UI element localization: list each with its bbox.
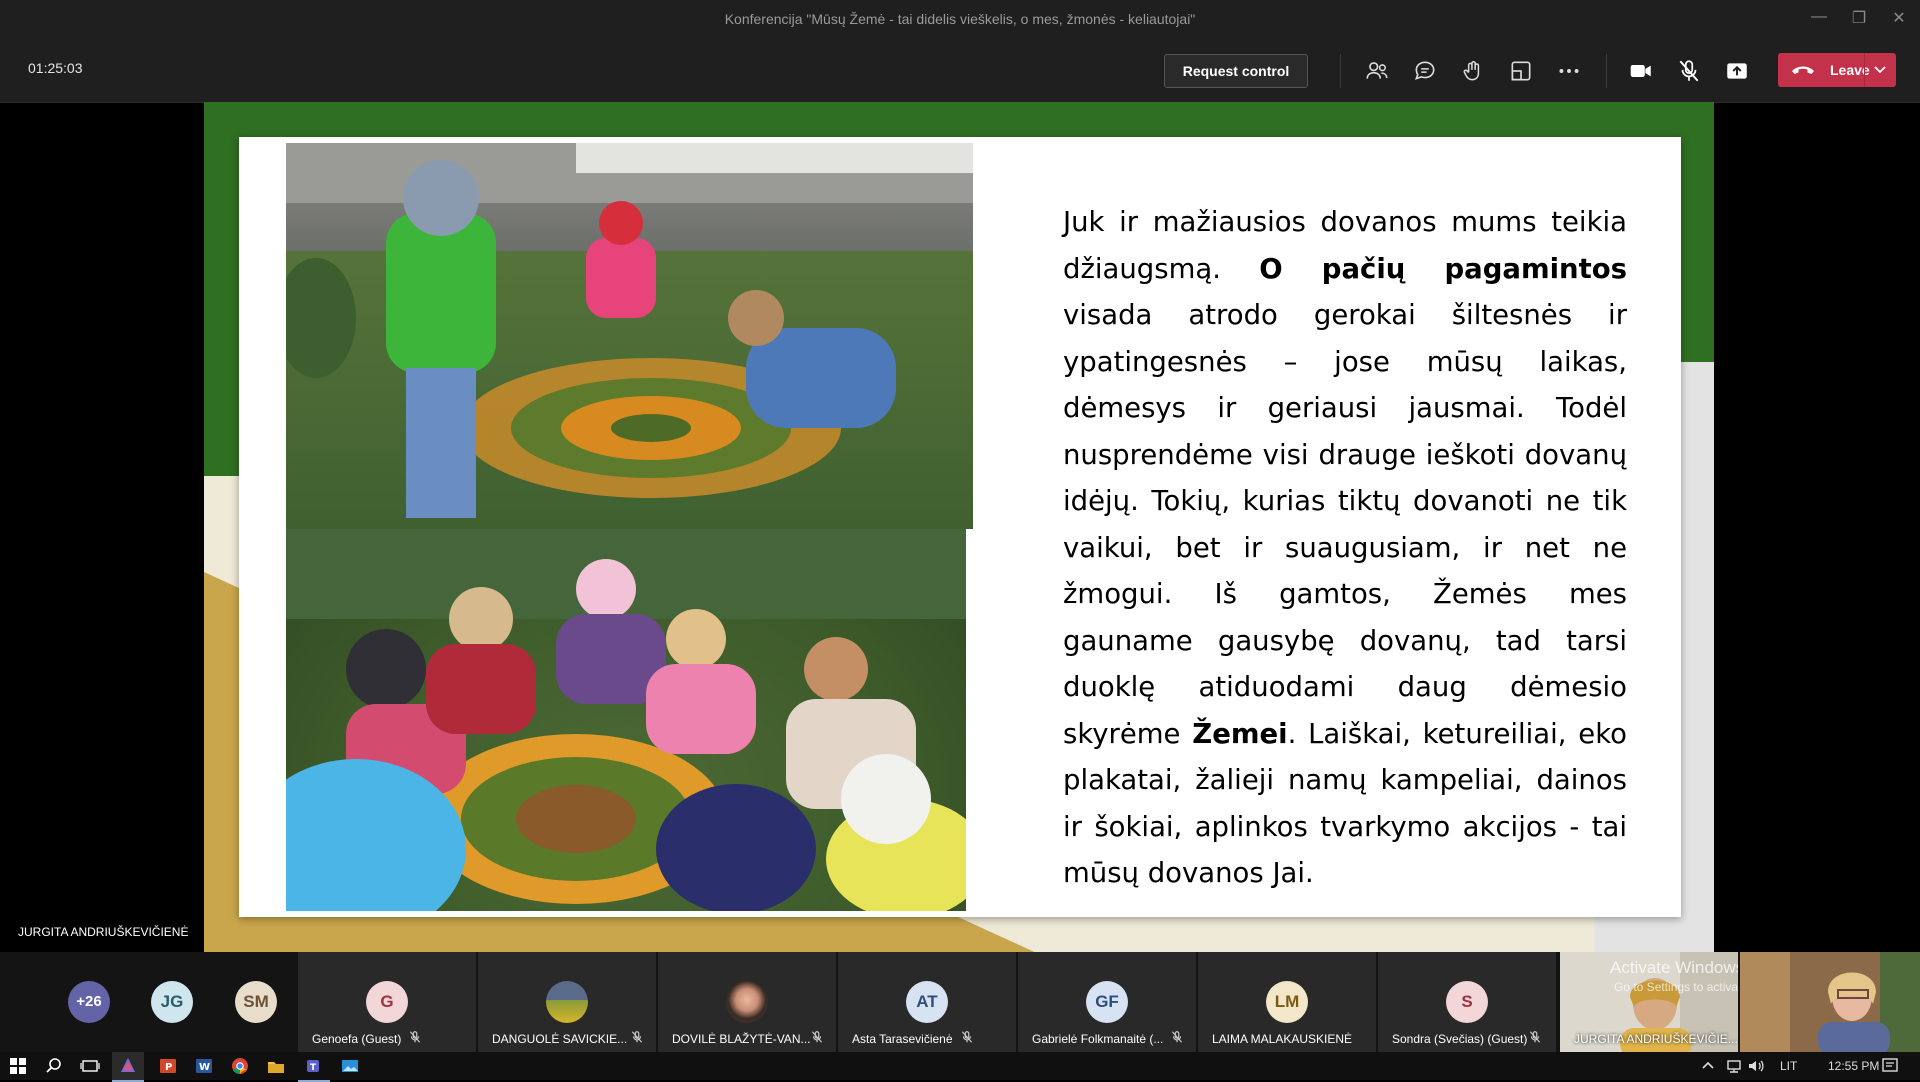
meeting-timer: 01:25:03: [28, 60, 83, 76]
chat-icon[interactable]: [1412, 58, 1438, 84]
slide-text-bold: Žemei: [1192, 717, 1288, 750]
self-video-feed: [1740, 952, 1920, 1052]
chrome-app-icon[interactable]: [230, 1056, 250, 1076]
mic-muted-icon: [1529, 1031, 1541, 1043]
participant-tile[interactable]: G Genoefa (Guest): [298, 952, 476, 1052]
rooms-icon[interactable]: [1508, 58, 1534, 84]
participant-photo-avatar: [726, 981, 768, 1023]
mic-muted-icon: [961, 1031, 973, 1043]
participant-name: Sondra (Svečias) (Guest): [1392, 1032, 1528, 1046]
mic-muted-icon: [409, 1031, 421, 1043]
slide-text-run: visada atrodo gerokai šiltesnės ir ypati…: [1063, 299, 1627, 750]
network-icon[interactable]: [1724, 1056, 1744, 1076]
leave-divider: [1864, 53, 1865, 87]
participant-avatar: GF: [1086, 981, 1128, 1023]
participant-avatar: LM: [1266, 981, 1308, 1023]
participant-tile[interactable]: DANGUOLĖ SAVICKIE...: [478, 952, 656, 1052]
participants-icon[interactable]: [1364, 58, 1390, 84]
svg-text:T: T: [310, 1063, 317, 1073]
powerpoint-app-icon[interactable]: P: [158, 1056, 178, 1076]
leave-button[interactable]: Leave: [1778, 53, 1896, 87]
photo-children-circle-mandala: [286, 529, 966, 911]
file-explorer-icon[interactable]: [266, 1056, 286, 1076]
svg-text:P: P: [165, 1062, 172, 1073]
presenter-video-tile[interactable]: JURGITA ANDRIUŠKEVIČIE... Activate Windo…: [1560, 952, 1738, 1052]
pictures-app-icon[interactable]: [340, 1056, 360, 1076]
reactions-icon[interactable]: [1460, 58, 1486, 84]
participant-name: DANGUOLĖ SAVICKIE...: [492, 1032, 628, 1046]
phone-hangup-icon: [1792, 66, 1814, 74]
presenter-name-label: JURGITA ANDRIUŠKEVIČIENĖ: [18, 925, 189, 939]
participant-tile[interactable]: GF Gabrielė Folkmanaitė (...: [1018, 952, 1196, 1052]
presenter-video-name: JURGITA ANDRIUŠKEVIČIE...: [1574, 1032, 1738, 1046]
participant-name: DOVILĖ BLAŽYTĖ-VAN...: [672, 1032, 811, 1046]
camera-icon[interactable]: [1628, 58, 1654, 84]
windows-taskbar: P W T LIT 12:55 PM: [0, 1052, 1920, 1082]
windows-start-icon[interactable]: [8, 1056, 28, 1076]
activate-windows-watermark: Activate Windows: [1610, 958, 1738, 977]
teams-app-icon: T: [307, 1060, 319, 1073]
share-screen-icon[interactable]: [1724, 58, 1750, 84]
participant-avatar[interactable]: JG: [151, 981, 193, 1023]
minimize-icon[interactable]: —: [1804, 8, 1834, 26]
meeting-toolbar: 01:25:03 Request control Leave: [0, 40, 1920, 103]
more-actions-icon[interactable]: [1556, 58, 1582, 84]
activate-windows-hint: Go to Settings to activate Windows.: [1614, 980, 1738, 994]
slide-text-bold: O pačių pagamintos: [1259, 252, 1628, 285]
slide-text: Juk ir mažiausios dovanos mums teikia dž…: [1063, 199, 1627, 897]
participants-strip: +26 JG SM G Genoefa (Guest) DANGUOLĖ SAV…: [0, 952, 1920, 1052]
self-video-tile[interactable]: [1740, 952, 1920, 1052]
mic-muted-icon: [631, 1031, 643, 1043]
svg-text:W: W: [199, 1062, 210, 1073]
participant-tile[interactable]: AT Asta Tarasevičienė: [838, 952, 1016, 1052]
toolbar-divider: [1340, 54, 1341, 88]
participant-avatar: G: [366, 981, 408, 1023]
photo-children-autumn-mandala: [286, 143, 973, 529]
participant-name: LAIMA MALAKAUSKIENĖ: [1212, 1032, 1353, 1046]
participant-name: Genoefa (Guest): [312, 1032, 402, 1046]
chevron-down-icon[interactable]: [1872, 61, 1888, 77]
participant-photo-avatar: [546, 981, 588, 1023]
request-control-button[interactable]: Request control: [1164, 54, 1308, 88]
toolbar-divider: [1606, 54, 1607, 88]
participant-tile[interactable]: S Sondra (Svečias) (Guest): [1378, 952, 1556, 1052]
mic-muted-icon: [811, 1031, 823, 1043]
taskbar-active-app[interactable]: [112, 1052, 144, 1082]
input-language[interactable]: LIT: [1780, 1059, 1797, 1073]
task-view-icon[interactable]: [80, 1056, 100, 1076]
word-app-icon[interactable]: W: [194, 1056, 214, 1076]
presentation-slide: Juk ir mažiausios dovanos mums teikia dž…: [239, 137, 1681, 917]
window-title: Konferencija "Mūsų Žemė - tai didelis vi…: [724, 11, 1196, 27]
more-participants-button[interactable]: +26: [68, 981, 110, 1023]
title-bar: Konferencija "Mūsų Žemė - tai didelis vi…: [0, 0, 1920, 40]
participant-avatar[interactable]: SM: [235, 981, 277, 1023]
notifications-icon[interactable]: [1880, 1056, 1900, 1076]
participant-avatar: S: [1446, 981, 1488, 1023]
volume-icon[interactable]: [1746, 1056, 1766, 1076]
participant-name: Asta Tarasevičienė: [852, 1032, 953, 1046]
mic-muted-icon[interactable]: [1676, 58, 1702, 84]
participant-name: Gabrielė Folkmanaitė (...: [1032, 1032, 1164, 1046]
clock-time[interactable]: 12:55 PM: [1828, 1059, 1879, 1073]
participant-tile[interactable]: LM LAIMA MALAKAUSKIENĖ: [1198, 952, 1376, 1052]
participant-tile[interactable]: DOVILĖ BLAŽYTĖ-VAN...: [658, 952, 836, 1052]
onenote-app-icon: [121, 1058, 135, 1072]
chevron-up-icon[interactable]: [1698, 1056, 1718, 1076]
search-icon[interactable]: [44, 1056, 64, 1076]
mic-muted-icon: [1171, 1031, 1183, 1043]
participant-avatar: AT: [906, 981, 948, 1023]
restore-icon[interactable]: ❐: [1844, 8, 1874, 28]
close-icon[interactable]: ✕: [1884, 8, 1914, 28]
teams-taskbar-button[interactable]: T: [298, 1052, 330, 1082]
